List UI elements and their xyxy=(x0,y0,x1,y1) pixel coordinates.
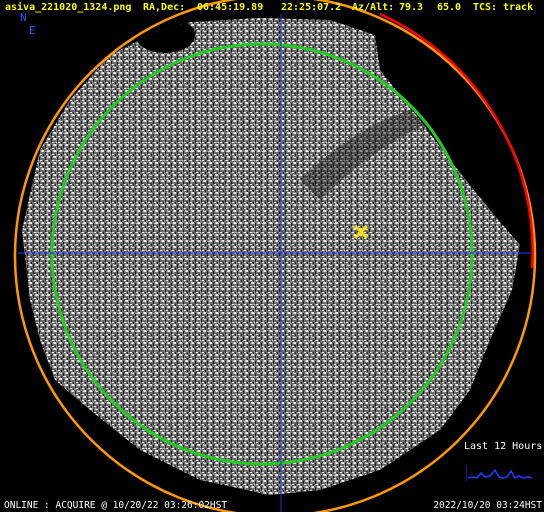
dome-obstruction xyxy=(135,18,195,53)
alt-value: 65.0 xyxy=(437,2,462,13)
dec-value: 22:25:07.2 xyxy=(281,2,342,13)
tcs-label: TCS: xyxy=(473,2,498,13)
status-line: ONLINE : ACQUIRE @ 10/20/22 03:26:02HST xyxy=(4,500,228,511)
compass-east-label: E xyxy=(29,24,36,37)
timestamp-line: 2022/10/20 03:24HST xyxy=(433,500,542,511)
history-sparkline xyxy=(466,465,533,481)
azalt-label: Az/Alt: xyxy=(352,2,395,13)
history-label: Last 12 Hours xyxy=(464,441,543,452)
ra-value: 06:45:19.89 xyxy=(197,2,264,13)
radec-label: RA,Dec: xyxy=(143,2,186,13)
allsky-viewport xyxy=(13,0,537,512)
filename-label: asiva_221020_1324.png xyxy=(5,2,132,13)
az-value: 79.3 xyxy=(399,2,424,13)
tcs-status: track xyxy=(503,2,534,13)
